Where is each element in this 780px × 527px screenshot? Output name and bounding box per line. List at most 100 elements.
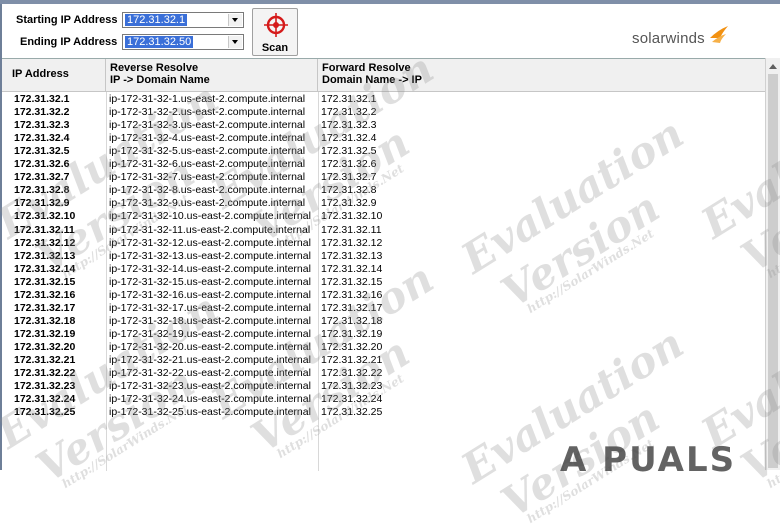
table-row[interactable]: 172.31.32.20 ip-172-31-32-20.us-east-2.co… [2, 341, 765, 354]
reverse-cell: ip-172-31-32-25.us-east-2.compute.intern… [109, 406, 311, 419]
grid-header: IP Address Reverse Resolve IP -> Domain … [2, 59, 765, 92]
reverse-cell: ip-172-31-32-2.us-east-2.compute.interna… [109, 106, 306, 119]
reverse-cell: ip-172-31-32-11.us-east-2.compute.intern… [109, 223, 311, 236]
table-row[interactable]: 172.31.32.10 ip-172-31-32-10.us-east-2.co… [2, 210, 765, 223]
table-row[interactable]: 172.31.32.13 ip-172-31-32-13.us-east-2.co… [2, 250, 765, 263]
table-row[interactable]: 172.31.32.6 ip-172-31-32-6.us-east-2.comp… [2, 158, 765, 171]
reverse-cell: ip-172-31-32-16.us-east-2.compute.intern… [109, 288, 311, 301]
forward-cell: 172.31.32.14 [321, 262, 383, 275]
reverse-cell: ip-172-31-32-24.us-east-2.compute.intern… [109, 393, 311, 406]
vertical-scrollbar[interactable] [765, 58, 780, 470]
ip-cell: 172.31.32.9 [14, 197, 70, 210]
ip-cell: 172.31.32.14 [14, 262, 76, 275]
forward-cell: 172.31.32.2 [321, 106, 377, 119]
forward-cell: 172.31.32.10 [321, 210, 383, 223]
reverse-cell: ip-172-31-32-22.us-east-2.compute.intern… [109, 367, 311, 380]
header-reverse-resolve[interactable]: Reverse Resolve IP -> Domain Name [106, 59, 318, 92]
forward-cell: 172.31.32.23 [321, 380, 383, 393]
table-row[interactable]: 172.31.32.5 ip-172-31-32-5.us-east-2.comp… [2, 145, 765, 158]
reverse-cell: ip-172-31-32-1.us-east-2.compute.interna… [109, 93, 306, 105]
ending-ip-label: Ending IP Address [20, 36, 118, 48]
chevron-down-icon[interactable] [228, 14, 242, 26]
reverse-cell: ip-172-31-32-23.us-east-2.compute.intern… [109, 380, 311, 393]
table-row[interactable]: 172.31.32.21 ip-172-31-32-21.us-east-2.co… [2, 354, 765, 367]
table-row[interactable]: 172.31.32.17 ip-172-31-32-17.us-east-2.co… [2, 302, 765, 315]
table-row[interactable]: 172.31.32.25 ip-172-31-32-25.us-east-2.co… [2, 406, 765, 419]
table-row[interactable]: 172.31.32.15 ip-172-31-32-15.us-east-2.co… [2, 276, 765, 289]
appuals-watermark: A PUALS [560, 440, 737, 480]
reverse-cell: ip-172-31-32-14.us-east-2.compute.intern… [109, 262, 311, 275]
forward-cell: 172.31.32.7 [321, 171, 377, 184]
table-row[interactable]: 172.31.32.9 ip-172-31-32-9.us-east-2.comp… [2, 197, 765, 210]
table-row[interactable]: 172.31.32.1 ip-172-31-32-1.us-east-2.comp… [2, 93, 765, 106]
solarwinds-flame-icon [710, 26, 728, 43]
reverse-cell: ip-172-31-32-18.us-east-2.compute.intern… [109, 314, 311, 327]
forward-cell: 172.31.32.16 [321, 288, 383, 301]
table-row[interactable]: 172.31.32.19 ip-172-31-32-19.us-east-2.co… [2, 328, 765, 341]
ip-cell: 172.31.32.4 [14, 132, 70, 145]
table-row[interactable]: 172.31.32.23 ip-172-31-32-23.us-east-2.co… [2, 380, 765, 393]
reverse-cell: ip-172-31-32-3.us-east-2.compute.interna… [109, 119, 306, 132]
table-row[interactable]: 172.31.32.8 ip-172-31-32-8.us-east-2.comp… [2, 184, 765, 197]
header-forward-resolve[interactable]: Forward Resolve Domain Name -> IP [318, 59, 765, 92]
ip-cell: 172.31.32.1 [14, 93, 70, 105]
reverse-cell: ip-172-31-32-4.us-east-2.compute.interna… [109, 132, 306, 145]
solarwinds-logo: solarwinds [632, 30, 705, 47]
crosshair-icon [264, 13, 288, 37]
table-row[interactable]: 172.31.32.7 ip-172-31-32-7.us-east-2.comp… [2, 171, 765, 184]
reverse-cell: ip-172-31-32-19.us-east-2.compute.intern… [109, 327, 311, 340]
ip-cell: 172.31.32.12 [14, 236, 76, 249]
table-row[interactable]: 172.31.32.22 ip-172-31-32-22.us-east-2.co… [2, 367, 765, 380]
header-forward-line2: Domain Name -> IP [322, 74, 422, 86]
ip-cell: 172.31.32.21 [14, 354, 76, 366]
reverse-cell: ip-172-31-32-13.us-east-2.compute.intern… [109, 249, 311, 262]
toolbar: Starting IP Address 172.31.32.1 Ending I… [2, 4, 778, 58]
forward-cell: 172.31.32.8 [321, 184, 377, 197]
forward-cell: 172.31.32.12 [321, 236, 383, 249]
ip-cell: 172.31.32.17 [14, 301, 76, 314]
table-row[interactable]: 172.31.32.16 ip-172-31-32-16.us-east-2.co… [2, 289, 765, 302]
reverse-cell: ip-172-31-32-21.us-east-2.compute.intern… [109, 354, 311, 366]
table-row[interactable]: 172.31.32.3 ip-172-31-32-3.us-east-2.comp… [2, 119, 765, 132]
forward-cell: 172.31.32.1 [321, 93, 377, 105]
ip-cell: 172.31.32.15 [14, 275, 76, 288]
table-row[interactable]: 172.31.32.11 ip-172-31-32-11.us-east-2.co… [2, 224, 765, 237]
ip-cell: 172.31.32.24 [14, 393, 76, 406]
table-row[interactable]: 172.31.32.4 ip-172-31-32-4.us-east-2.comp… [2, 132, 765, 145]
scrollbar-thumb[interactable] [768, 74, 778, 468]
reverse-cell: ip-172-31-32-12.us-east-2.compute.intern… [109, 236, 311, 249]
results-grid: IP Address Reverse Resolve IP -> Domain … [2, 58, 765, 471]
ip-cell: 172.31.32.7 [14, 171, 70, 184]
reverse-cell: ip-172-31-32-9.us-east-2.compute.interna… [109, 197, 306, 210]
reverse-cell: ip-172-31-32-17.us-east-2.compute.intern… [109, 301, 311, 314]
reverse-cell: ip-172-31-32-10.us-east-2.compute.intern… [109, 210, 311, 223]
ip-cell: 172.31.32.18 [14, 314, 76, 327]
header-ip-address[interactable]: IP Address [2, 59, 106, 92]
ending-ip-value: 172.31.32.50 [125, 36, 194, 48]
ip-cell: 172.31.32.3 [14, 119, 70, 132]
chevron-down-icon[interactable] [228, 36, 242, 48]
ip-cell: 172.31.32.25 [14, 406, 76, 419]
table-row[interactable]: 172.31.32.14 ip-172-31-32-14.us-east-2.co… [2, 263, 765, 276]
forward-cell: 172.31.32.19 [321, 327, 383, 340]
ip-cell: 172.31.32.22 [14, 367, 76, 380]
header-forward-line1: Forward Resolve [322, 62, 411, 74]
reverse-cell: ip-172-31-32-15.us-east-2.compute.intern… [109, 275, 311, 288]
reverse-cell: ip-172-31-32-20.us-east-2.compute.intern… [109, 340, 311, 353]
ending-ip-combobox[interactable]: 172.31.32.50 [122, 34, 244, 50]
scan-button-label: Scan [261, 42, 289, 54]
starting-ip-combobox[interactable]: 172.31.32.1 [122, 12, 244, 28]
forward-cell: 172.31.32.6 [321, 158, 377, 171]
forward-cell: 172.31.32.13 [321, 249, 383, 262]
scroll-up-arrow-icon[interactable] [769, 64, 777, 69]
forward-cell: 172.31.32.11 [321, 223, 382, 236]
ip-cell: 172.31.32.8 [14, 184, 70, 197]
starting-ip-value: 172.31.32.1 [125, 14, 188, 26]
table-row[interactable]: 172.31.32.2 ip-172-31-32-2.us-east-2.comp… [2, 106, 765, 119]
table-row[interactable]: 172.31.32.12 ip-172-31-32-12.us-east-2.co… [2, 237, 765, 250]
table-row[interactable]: 172.31.32.24 ip-172-31-32-24.us-east-2.co… [2, 393, 765, 406]
forward-cell: 172.31.32.25 [321, 406, 383, 419]
scan-button[interactable]: Scan [252, 8, 298, 56]
ip-cell: 172.31.32.23 [14, 380, 76, 393]
table-row[interactable]: 172.31.32.18 ip-172-31-32-18.us-east-2.co… [2, 315, 765, 328]
